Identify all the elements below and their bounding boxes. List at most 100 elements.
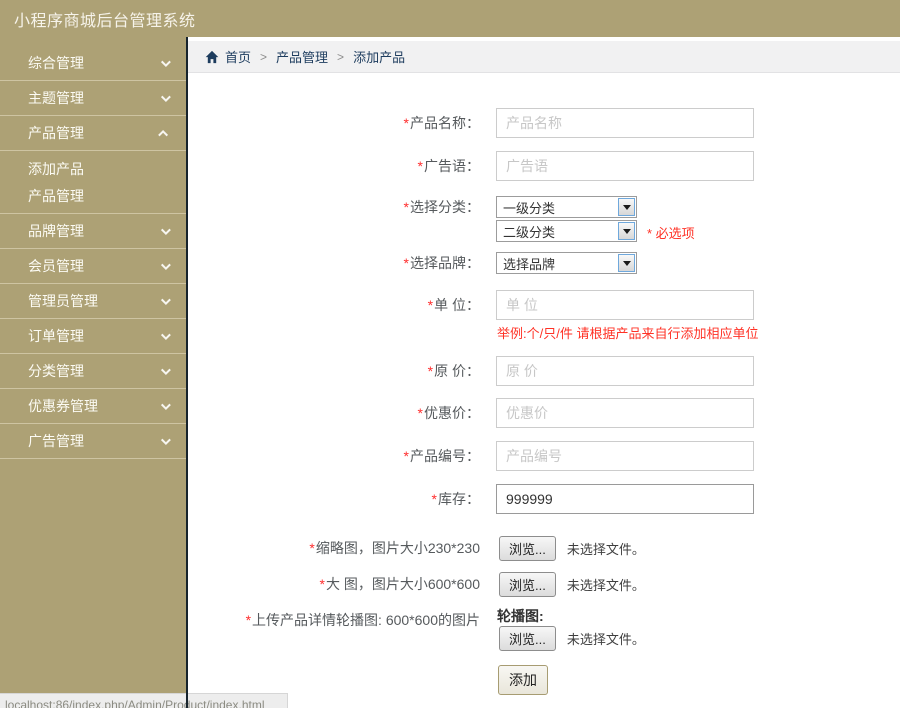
chevron-down-icon (160, 399, 171, 410)
add-product-form: *产品名称： *广告语： *选择分类： 一级分类 二级分类 * 必选项 *选择品… (188, 73, 900, 708)
original-price-input[interactable] (496, 356, 754, 386)
sidebar-subitem-add-product[interactable]: 添加产品 (0, 155, 186, 182)
chevron-down-icon (160, 91, 171, 102)
sidebar-item-label: 广告管理 (28, 433, 84, 449)
product-name-input[interactable] (496, 108, 754, 138)
chevron-down-icon (160, 259, 171, 270)
product-code-label: *产品编号： (403, 448, 480, 464)
sidebar-item-product[interactable]: 产品管理 (0, 116, 186, 151)
required-asterisk: * (431, 491, 437, 507)
sidebar-item-label: 产品管理 (28, 125, 84, 141)
sidebar-item-label: 分类管理 (28, 363, 84, 379)
breadcrumb: 首页 > 产品管理 > 添加产品 (188, 41, 900, 73)
required-asterisk: * (403, 448, 409, 464)
chevron-up-icon (158, 129, 169, 140)
category-level2-select[interactable]: 二级分类 (496, 220, 637, 242)
sidebar-content-divider (186, 37, 188, 708)
unit-hint: 举例:个/只/件 请根据产品来自行添加相应单位 (497, 326, 759, 341)
sidebar-item-theme[interactable]: 主题管理 (0, 81, 186, 116)
thumbnail-label: *缩略图，图片大小230*230 (309, 540, 480, 556)
required-asterisk: * (427, 363, 434, 379)
required-asterisk: * (309, 540, 315, 556)
sidebar-subitem-label: 添加产品 (28, 160, 84, 177)
brand-label: *选择品牌： (403, 255, 480, 271)
sidebar-item-label: 优惠券管理 (28, 398, 98, 414)
chevron-down-icon (160, 434, 171, 445)
sidebar-item-admin[interactable]: 管理员管理 (0, 284, 186, 319)
breadcrumb-product-manage[interactable]: 产品管理 (276, 47, 328, 66)
dropdown-button[interactable] (618, 254, 635, 272)
breadcrumb-add-product[interactable]: 添加产品 (353, 47, 405, 66)
app-header: 小程序商城后台管理系统 (0, 0, 900, 37)
required-asterisk: * (417, 158, 423, 174)
selected-option: 一级分类 (503, 200, 556, 216)
browser-status-bar: localhost:86/index.php/Admin/Product/ind… (0, 693, 288, 708)
caret-down-icon (622, 204, 631, 210)
chevron-down-icon (160, 224, 171, 235)
sidebar: 综合管理 主题管理 产品管理 添加产品 产品管理 品牌管理 会员管理 管理员管理… (0, 37, 186, 708)
caret-down-icon (622, 260, 631, 266)
unit-input[interactable] (496, 290, 754, 320)
carousel-browse-button[interactable]: 浏览... (499, 625, 556, 651)
carousel-no-file-text: 未选择文件。 (566, 631, 645, 647)
breadcrumb-separator: > (337, 49, 345, 64)
required-asterisk: * (427, 297, 434, 313)
thumbnail-no-file-text: 未选择文件。 (566, 541, 645, 557)
required-asterisk: * (403, 199, 409, 215)
add-submit-button[interactable]: 添加 (498, 665, 548, 695)
dropdown-button[interactable] (618, 222, 635, 240)
caret-down-icon (622, 228, 631, 234)
app-title: 小程序商城后台管理系统 (14, 12, 196, 30)
sidebar-item-label: 主题管理 (28, 90, 84, 106)
chevron-down-icon (160, 329, 171, 340)
category-level1-select[interactable]: 一级分类 (496, 196, 637, 218)
thumbnail-file-input: 浏览... 未选择文件。 (499, 535, 645, 561)
carousel-file-input: 浏览... 未选择文件。 (499, 625, 645, 651)
sidebar-item-order[interactable]: 订单管理 (0, 319, 186, 354)
sidebar-item-ad[interactable]: 广告管理 (0, 424, 186, 459)
sidebar-item-label: 品牌管理 (28, 223, 84, 239)
required-asterisk: * (245, 612, 252, 628)
large-image-browse-button[interactable]: 浏览... (499, 571, 556, 597)
sidebar-item-brand[interactable]: 品牌管理 (0, 214, 186, 249)
required-asterisk: * (417, 405, 423, 421)
selected-option: 二级分类 (503, 224, 556, 240)
breadcrumb-home[interactable]: 首页 (225, 47, 251, 66)
sidebar-item-category[interactable]: 分类管理 (0, 354, 186, 389)
sidebar-item-label: 管理员管理 (28, 293, 98, 309)
stock-label: *库存： (431, 491, 480, 507)
large-image-no-file-text: 未选择文件。 (566, 577, 645, 593)
slogan-input[interactable] (496, 151, 754, 181)
product-code-input[interactable] (496, 441, 754, 471)
home-icon (205, 50, 219, 63)
selected-option: 选择品牌 (503, 256, 556, 272)
brand-select[interactable]: 选择品牌 (496, 252, 637, 274)
thumbnail-browse-button[interactable]: 浏览... (499, 535, 556, 561)
carousel-label: *上传产品详情轮播图: 600*600的图片 (245, 612, 480, 628)
sidebar-item-label: 综合管理 (28, 55, 84, 71)
stock-input[interactable] (496, 484, 754, 514)
chevron-down-icon (160, 56, 171, 67)
category-label: *选择分类： (403, 199, 480, 215)
sidebar-subitem-product-manage[interactable]: 产品管理 (0, 182, 186, 209)
dropdown-button[interactable] (618, 198, 635, 216)
sidebar-item-coupon[interactable]: 优惠券管理 (0, 389, 186, 424)
sidebar-item-label: 会员管理 (28, 258, 84, 274)
discount-price-input[interactable] (496, 398, 754, 428)
sidebar-item-member[interactable]: 会员管理 (0, 249, 186, 284)
carousel-group-label: 轮播图: (497, 608, 544, 624)
discount-price-label: *优惠价： (417, 405, 480, 421)
sidebar-item-general[interactable]: 综合管理 (0, 46, 186, 81)
sidebar-item-label: 订单管理 (28, 328, 84, 344)
chevron-down-icon (160, 364, 171, 375)
breadcrumb-separator: > (260, 49, 268, 64)
product-name-label: *产品名称： (403, 115, 480, 131)
category-required-note: * 必选项 (647, 226, 695, 241)
unit-label: *单 位： (427, 297, 480, 313)
original-price-label: *原 价： (427, 363, 480, 379)
sidebar-submenu-product: 添加产品 产品管理 (0, 151, 186, 214)
sidebar-subitem-label: 产品管理 (28, 187, 84, 204)
large-image-label: *大 图，图片大小600*600 (319, 576, 480, 592)
required-asterisk: * (403, 115, 409, 131)
required-asterisk: * (403, 255, 409, 271)
